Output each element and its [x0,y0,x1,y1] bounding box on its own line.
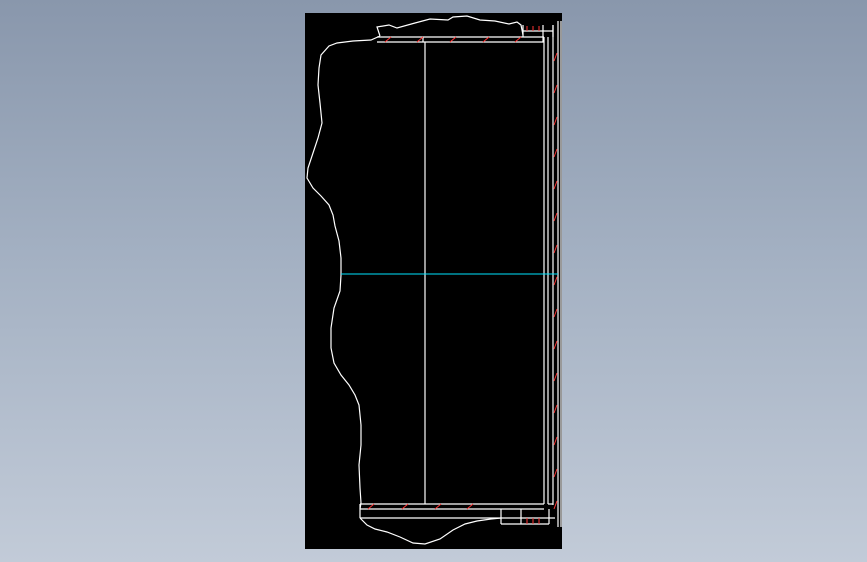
hatch-mark [553,116,558,126]
hatch-marks [367,26,558,524]
hatch-mark [434,503,442,510]
hatch-mark [553,372,558,382]
hatch-mark [553,276,558,286]
hatch-mark [553,244,558,254]
hatch-mark [553,180,558,190]
hatch-mark [553,84,558,94]
hatch-mark [401,503,409,510]
hatch-mark [384,36,392,43]
hatch-mark [416,36,424,43]
hatch-mark [367,503,375,510]
cad-drawing-canvas [306,15,562,545]
hatch-mark [553,148,558,158]
hatch-mark [553,468,558,478]
hatch-mark [553,500,558,510]
hatch-mark [553,52,558,62]
cad-drawing-viewport[interactable] [305,13,562,549]
hatch-mark [482,36,490,43]
hatch-mark [553,340,558,350]
break-line [306,15,524,545]
hatch-mark [553,436,558,446]
hatch-mark [466,503,474,510]
hatch-mark [514,36,522,43]
hatch-mark [449,36,457,43]
hatch-mark [553,308,558,318]
bottom-wall [359,503,555,525]
hatch-mark [553,212,558,222]
hatch-mark [553,404,558,414]
